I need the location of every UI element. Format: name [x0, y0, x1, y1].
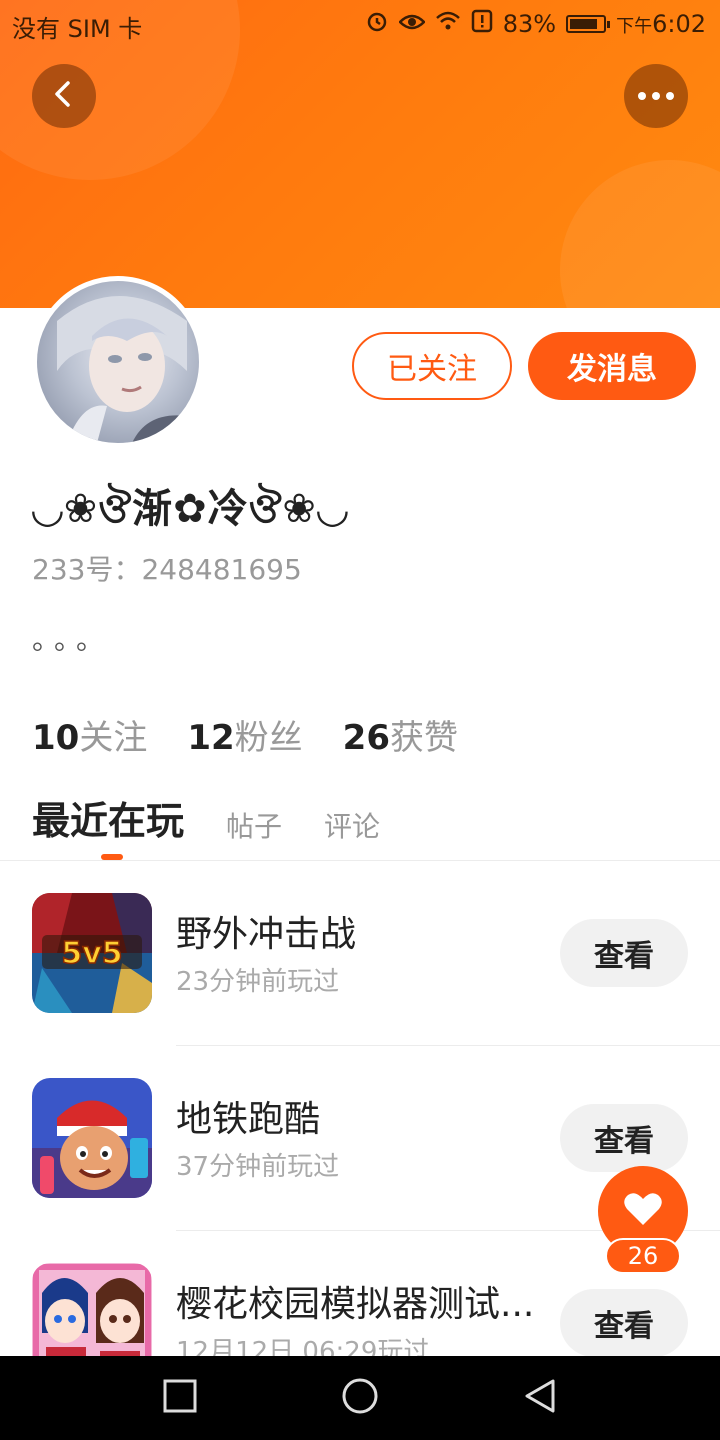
view-game-button[interactable]: 查看	[560, 1104, 688, 1172]
stat-following[interactable]: 10关注	[32, 710, 147, 759]
send-message-button[interactable]: 发消息	[528, 332, 696, 400]
last-played-time: 23分钟前玩过	[176, 967, 340, 997]
stat-value: 26	[342, 718, 390, 758]
more-horizontal-icon	[636, 87, 676, 106]
avatar-image	[57, 296, 199, 443]
header-decoration	[560, 160, 720, 308]
view-game-button[interactable]: 查看	[560, 1289, 688, 1357]
game-icon-text: 5v5	[61, 936, 122, 971]
game-title: 樱花校园模拟器测试...	[176, 1284, 535, 1325]
recent-apps-icon	[163, 1379, 197, 1417]
home-icon	[341, 1377, 379, 1419]
status-bar: 没有 SIM 卡 83% 下午6:02	[0, 0, 720, 48]
chevron-left-icon	[49, 79, 79, 113]
user-id: 233号：248481695	[32, 553, 302, 586]
back-triangle-icon	[523, 1378, 557, 1418]
stat-label: 获赞	[389, 718, 458, 758]
alert-icon	[471, 9, 493, 39]
tab-recently-played[interactable]: 最近在玩	[32, 790, 184, 849]
stat-value: 12	[187, 718, 235, 758]
recent-apps-button[interactable]	[154, 1372, 206, 1424]
username: ◡❀ঔ渐✿冷ঔ❀◡	[32, 486, 349, 532]
time-prefix: 下午	[616, 16, 653, 37]
stat-fans[interactable]: 12粉丝	[187, 710, 302, 759]
stat-label: 粉丝	[234, 718, 303, 758]
stat-value: 10	[32, 718, 80, 758]
back-button[interactable]	[32, 64, 96, 128]
profile-stats: 10关注 12粉丝 26获赞	[32, 710, 458, 759]
system-nav-bar	[0, 1356, 720, 1440]
avatar[interactable]	[32, 276, 204, 448]
last-played-time: 37分钟前玩过	[176, 1152, 340, 1182]
heart-icon	[623, 1191, 663, 1231]
alarm-icon	[365, 9, 389, 39]
tab-comments[interactable]: 评论	[324, 805, 380, 849]
wifi-icon	[435, 10, 461, 38]
game-icon: 5v5	[32, 893, 152, 1013]
clock-time: 6:02	[652, 10, 706, 38]
game-title: 地铁跑酷	[176, 1099, 321, 1140]
back-nav-button[interactable]	[514, 1372, 566, 1424]
eye-icon	[397, 10, 426, 38]
list-item[interactable]: 5v5 野外冲击战 23分钟前玩过 查看	[0, 861, 720, 1046]
battery-fill	[570, 19, 597, 29]
followed-button[interactable]: 已关注	[352, 332, 512, 400]
stat-likes[interactable]: 26获赞	[343, 710, 458, 759]
battery-icon	[566, 15, 611, 33]
view-game-button[interactable]: 查看	[560, 919, 688, 987]
home-button[interactable]	[334, 1372, 386, 1424]
more-options-button[interactable]	[624, 64, 688, 128]
carrier-text: 没有 SIM 卡	[12, 15, 143, 43]
game-title: 野外冲击战	[176, 914, 357, 955]
like-count-badge: 26	[605, 1238, 681, 1274]
tab-posts[interactable]: 帖子	[226, 805, 282, 849]
profile-tabs: 最近在玩 帖子 评论	[32, 790, 380, 849]
battery-percent: 83%	[502, 10, 557, 38]
bio: 。。。	[32, 623, 113, 656]
game-icon	[32, 1078, 152, 1198]
stat-label: 关注	[79, 718, 148, 758]
status-icons: 83% 下午6:02	[365, 9, 706, 39]
